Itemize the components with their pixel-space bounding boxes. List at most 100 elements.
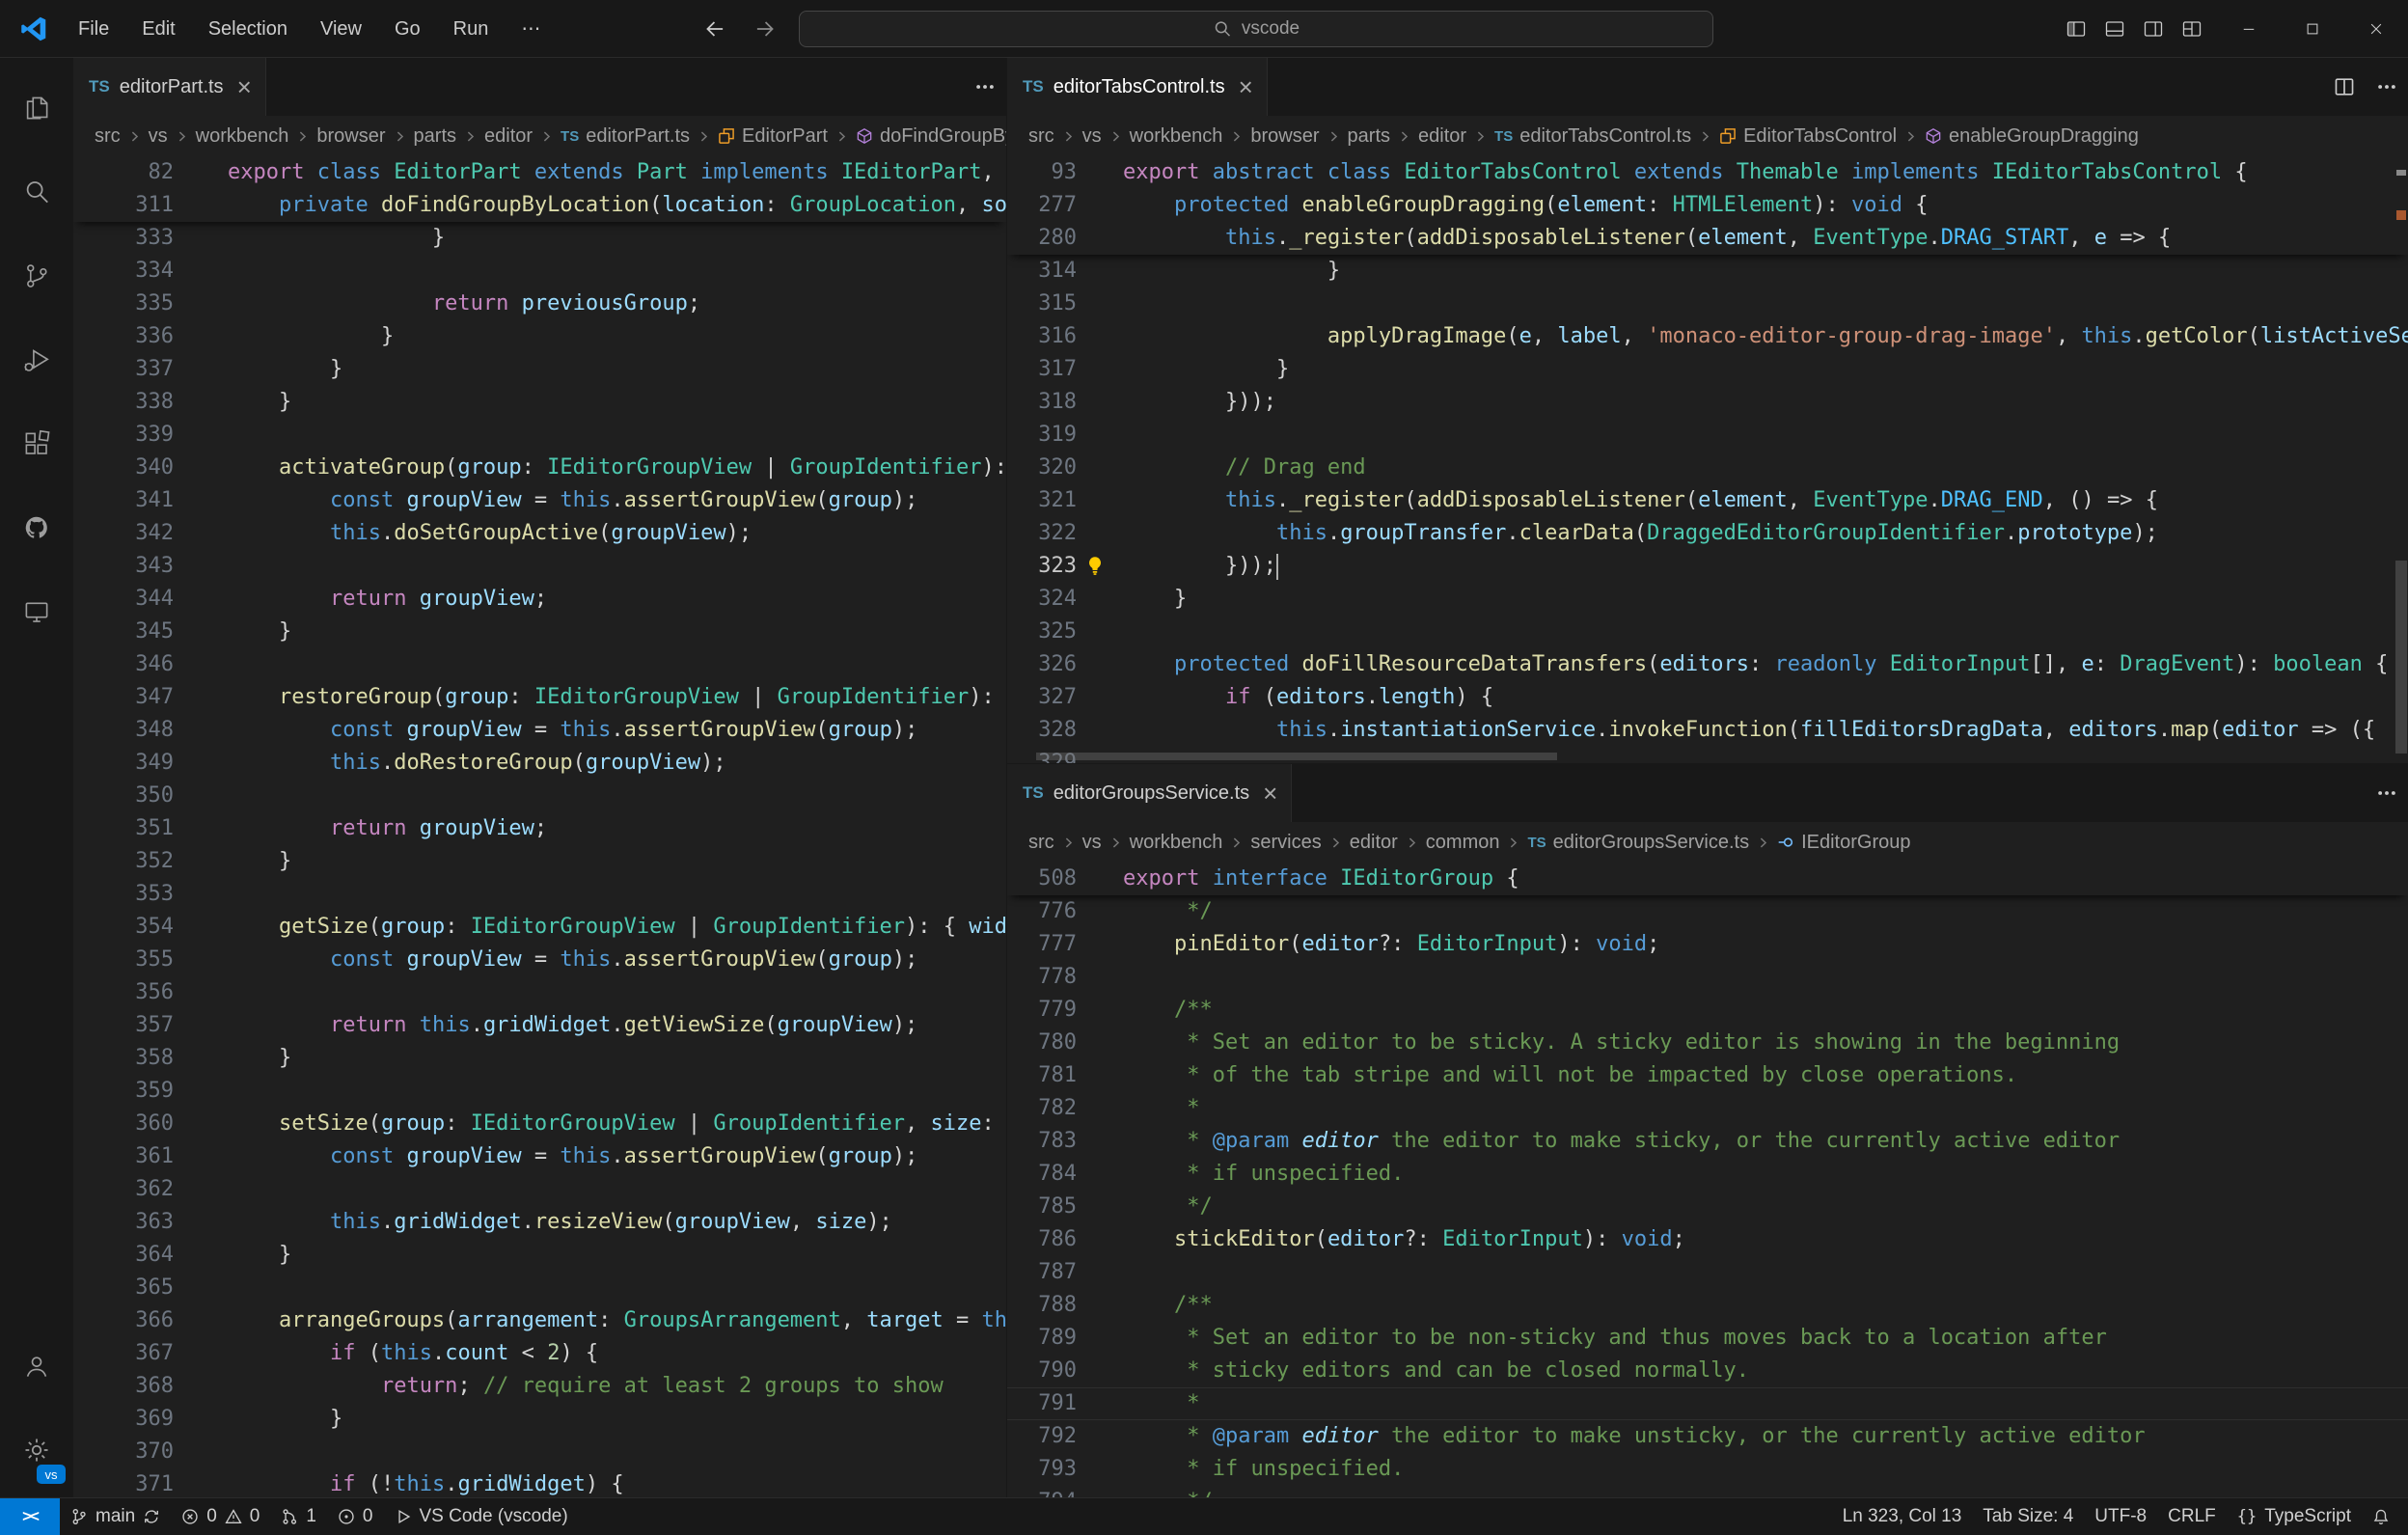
branch-status[interactable]: main [60,1498,171,1535]
code-line[interactable]: 337 } [73,353,1006,386]
breadcrumb-item[interactable]: src [95,125,121,148]
line-number[interactable]: 355 [73,944,174,976]
line-number[interactable]: 350 [73,780,174,812]
menu-file[interactable]: File [62,0,125,58]
remote-indicator[interactable]: >< [0,1498,60,1535]
code-line[interactable]: 369 } [73,1403,1006,1436]
line-number[interactable]: 370 [73,1436,174,1468]
code-line[interactable]: 315 [1007,288,2408,320]
breadcrumb-item[interactable]: TS editorPart.ts [561,125,690,148]
line-number[interactable]: 341 [73,484,174,517]
code-line[interactable]: 344 return groupView; [73,583,1006,616]
line-number[interactable]: 339 [73,419,174,452]
line-number[interactable]: 338 [73,386,174,419]
code-line[interactable]: 349 this.doRestoreGroup(groupView); [73,747,1006,780]
code-line[interactable]: 316 applyDragImage(e, label, 'monaco-edi… [1007,320,2408,353]
tab-editorGroupsService.ts[interactable]: TS editorGroupsService.ts × [1007,764,1293,822]
menu-view[interactable]: View [304,0,378,58]
code-line[interactable]: 351 return groupView; [73,812,1006,845]
line-number[interactable]: 793 [1007,1453,1077,1486]
breadcrumb-item[interactable]: editor [1418,125,1466,148]
code-line[interactable]: 354 getSize(group: IEditorGroupView | Gr… [73,911,1006,944]
breadcrumb-item[interactable]: parts [1348,125,1390,148]
command-center-search[interactable]: vscode [799,11,1713,47]
code-line[interactable]: 360 setSize(group: IEditorGroupView | Gr… [73,1108,1006,1140]
code-line[interactable]: 791 * [1007,1387,2408,1420]
notifications[interactable] [2362,1498,2400,1535]
line-number[interactable]: 789 [1007,1322,1077,1355]
code-line[interactable]: 355 const groupView = this.assertGroupVi… [73,944,1006,976]
line-number[interactable]: 779 [1007,994,1077,1027]
line-number[interactable]: 342 [73,517,174,550]
code-line[interactable]: 357 return this.gridWidget.getViewSize(g… [73,1009,1006,1042]
code-line[interactable]: 322 this.groupTransfer.clearData(Dragged… [1007,517,2408,550]
breadcrumb-item[interactable]: editor [1350,832,1398,854]
editor[interactable]: 776 */777 pinEditor(editor?: EditorInput… [1007,863,2408,1497]
code-line[interactable]: 353 [73,878,1006,911]
code-line[interactable]: 783 * @param editor the editor to make s… [1007,1125,2408,1158]
code-line[interactable]: 333 } [73,222,1006,255]
line-number[interactable]: 343 [73,550,174,583]
line-number[interactable]: 353 [73,878,174,911]
code-line[interactable]: 366 arrangeGroups(arrangement: GroupsArr… [73,1304,1006,1337]
breadcrumb-item[interactable]: EditorPart [718,125,828,148]
minimize-button[interactable] [2217,0,2281,58]
toggle-sidebar-right-icon[interactable] [2142,17,2165,41]
line-number[interactable]: 348 [73,714,174,747]
code-line[interactable]: 343 [73,550,1006,583]
line-number[interactable]: 776 [1007,895,1077,928]
breadcrumb-item[interactable]: src [1028,125,1054,148]
code-line[interactable]: 358 } [73,1042,1006,1075]
line-number[interactable]: 314 [1007,255,1077,288]
code-line[interactable]: 364 } [73,1239,1006,1272]
problems-status[interactable]: 00 [171,1498,270,1535]
line-number[interactable]: 365 [73,1272,174,1304]
sticky-line[interactable]: 82 export class EditorPart extends Part i… [73,156,1006,189]
breadcrumb-item[interactable]: workbench [196,125,289,148]
line-number[interactable]: 508 [1007,863,1077,895]
line-number[interactable]: 340 [73,452,174,484]
tab-editorTabsControl.ts[interactable]: TS editorTabsControl.ts × [1007,58,1268,116]
sticky-line[interactable]: 280 this._register(addDisposableListener… [1007,222,2408,255]
line-number[interactable]: 357 [73,1009,174,1042]
menu-more[interactable]: ⋯ [505,0,557,58]
code-line[interactable]: 786 stickEditor(editor?: EditorInput): v… [1007,1223,2408,1256]
line-number[interactable]: 792 [1007,1420,1077,1453]
breadcrumb-item[interactable]: TS editorGroupsService.ts [1527,832,1749,854]
breadcrumb-item[interactable]: EditorTabsControl [1719,125,1897,148]
line-number[interactable]: 322 [1007,517,1077,550]
sticky-line[interactable]: 93 export abstract class EditorTabsContro… [1007,156,2408,189]
code-line[interactable]: 359 [73,1075,1006,1108]
code-line[interactable]: 356 [73,976,1006,1009]
line-number[interactable]: 362 [73,1173,174,1206]
tab-editorPart.ts[interactable]: TS editorPart.ts × [73,58,266,116]
code-line[interactable]: 341 const groupView = this.assertGroupVi… [73,484,1006,517]
line-number[interactable]: 334 [73,255,174,288]
pull-requests-status[interactable]: 1 [270,1498,327,1535]
code-line[interactable]: 793 * if unspecified. [1007,1453,2408,1486]
code-line[interactable]: 314 } [1007,255,2408,288]
line-number[interactable]: 311 [73,189,174,222]
code-line[interactable]: 339 [73,419,1006,452]
customize-layout-icon[interactable] [2180,17,2203,41]
code-line[interactable]: 362 [73,1173,1006,1206]
line-number[interactable]: 333 [73,222,174,255]
vertical-scrollbar[interactable] [2395,561,2407,754]
sticky-line[interactable]: 311 private doFindGroupByLocation(locati… [73,189,1006,222]
line-number[interactable]: 780 [1007,1027,1077,1059]
lightbulb-icon[interactable] [1084,555,1106,576]
split-editor-icon[interactable] [2323,58,2366,116]
line-number[interactable]: 316 [1007,320,1077,353]
line-number[interactable]: 315 [1007,288,1077,320]
breadcrumb-item[interactable]: enableGroupDragging [1925,125,2139,148]
remote-explorer-icon[interactable] [0,569,73,653]
code-line[interactable]: 792 * @param editor the editor to make u… [1007,1420,2408,1453]
menu-selection[interactable]: Selection [192,0,304,58]
breadcrumb-item[interactable]: common [1426,832,1500,854]
sticky-line[interactable]: 508 export interface IEditorGroup { [1007,863,2408,895]
menu-edit[interactable]: Edit [125,0,191,58]
breadcrumb-item[interactable]: parts [414,125,456,148]
breadcrumb-item[interactable]: doFindGroupByLocation [856,125,1006,148]
line-number[interactable]: 782 [1007,1092,1077,1125]
code-line[interactable]: 347 restoreGroup(group: IEditorGroupView… [73,681,1006,714]
